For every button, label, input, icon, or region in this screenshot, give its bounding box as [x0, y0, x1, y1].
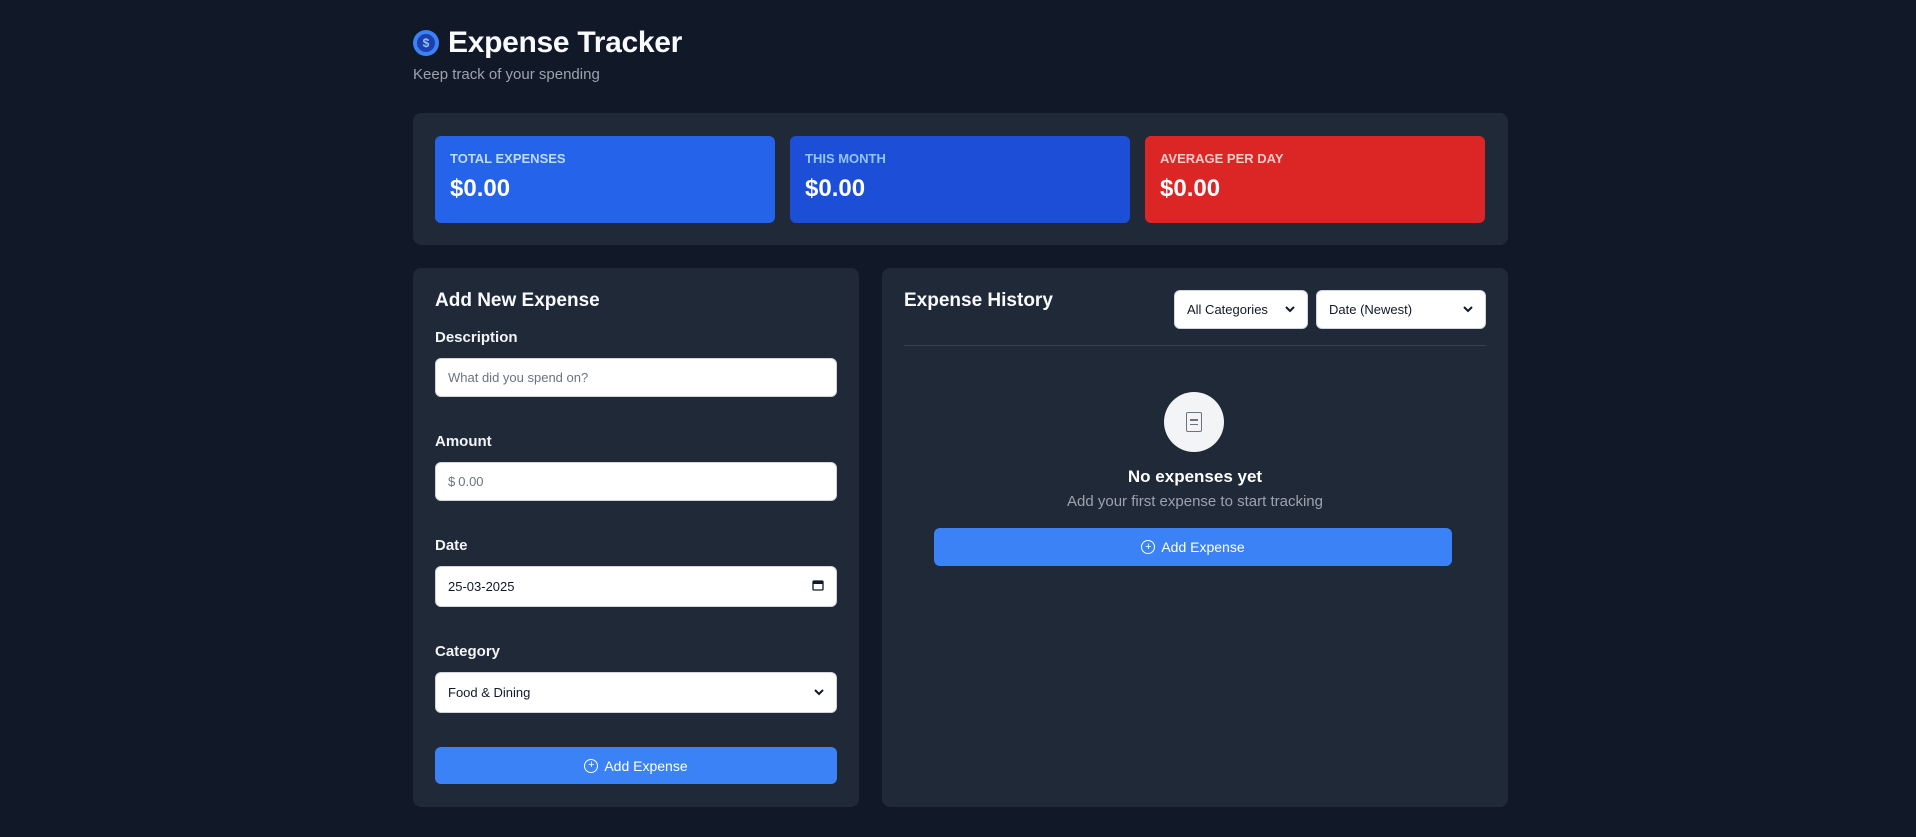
add-expense-panel: Add New Expense Description What did you…: [413, 268, 859, 807]
empty-state-title: No expenses yet: [1127, 467, 1263, 486]
plus-circle-icon: +: [1141, 540, 1156, 554]
form-title: Add New Expense: [435, 290, 600, 311]
description-placeholder: What did you spend on?: [448, 370, 589, 385]
page-header: $ Expense Tracker Keep track of your spe…: [413, 26, 682, 83]
stat-card-total: Total Expenses $0.00: [435, 136, 775, 223]
history-divider: [904, 345, 1486, 346]
add-expense-button-label: Add Expense: [604, 757, 688, 774]
sort-value: Date (Newest): [1329, 302, 1413, 317]
currency-symbol: $: [448, 474, 456, 489]
description-label: Description: [435, 329, 518, 346]
amount-placeholder: 0.00: [458, 474, 484, 489]
category-filter-select[interactable]: All Categories: [1174, 290, 1308, 329]
document-icon: [1164, 392, 1224, 452]
expense-history-panel: Expense History All Categories Date (New…: [882, 268, 1508, 807]
category-filter-value: All Categories: [1187, 302, 1268, 317]
add-expense-button[interactable]: + Add Expense: [435, 747, 837, 784]
chevron-down-icon: [814, 687, 824, 699]
date-label: Date: [435, 537, 468, 554]
stat-label: Total Expenses: [450, 151, 566, 166]
title-row: $ Expense Tracker: [413, 26, 682, 60]
sort-select[interactable]: Date (Newest): [1316, 290, 1486, 329]
logo-glyph: $: [417, 34, 435, 52]
date-value: 25-03-2025: [448, 579, 515, 594]
stat-value: $0.00: [450, 175, 511, 202]
amount-label: Amount: [435, 433, 492, 450]
category-select[interactable]: Food & Dining: [435, 672, 837, 713]
stat-label: This Month: [805, 151, 886, 166]
date-input[interactable]: 25-03-2025: [435, 566, 837, 607]
page-title: Expense Tracker: [448, 26, 682, 59]
chevron-down-icon: [1463, 304, 1473, 316]
stat-card-average: Average Per Day $0.00: [1145, 136, 1485, 223]
dollar-logo-icon: $: [413, 30, 439, 56]
history-title: Expense History: [904, 290, 1053, 311]
empty-add-expense-button-label: Add Expense: [1161, 539, 1245, 555]
stat-card-month: This Month $0.00: [790, 136, 1130, 223]
stats-panel: Total Expenses $0.00 This Month $0.00 Av…: [413, 113, 1508, 245]
empty-state-subtitle: Add your first expense to start tracking: [1067, 493, 1323, 510]
plus-circle-icon: +: [584, 758, 599, 773]
category-value: Food & Dining: [448, 685, 531, 700]
stat-value: $0.00: [1160, 175, 1221, 202]
empty-add-expense-button[interactable]: + Add Expense: [934, 528, 1452, 566]
stat-value: $0.00: [805, 175, 866, 202]
chevron-down-icon: [1285, 304, 1295, 316]
amount-input[interactable]: $ 0.00: [435, 462, 837, 501]
description-input[interactable]: What did you spend on?: [435, 358, 837, 397]
calendar-icon[interactable]: [812, 579, 824, 594]
category-label: Category: [435, 643, 501, 660]
page-subtitle: Keep track of your spending: [413, 66, 600, 83]
stat-label: Average Per Day: [1160, 151, 1284, 166]
